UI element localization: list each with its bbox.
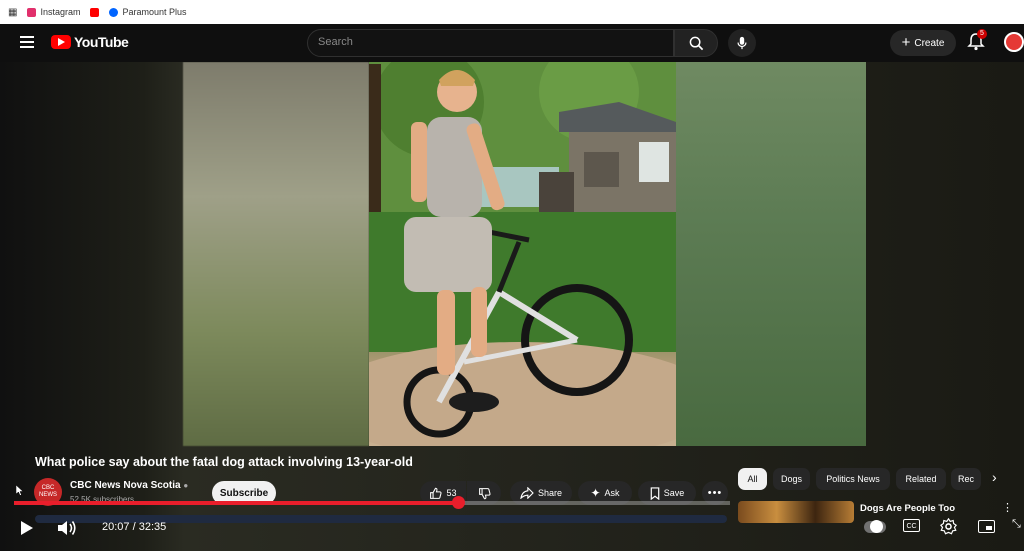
miniplayer-inner xyxy=(986,526,992,530)
mouse-cursor-icon xyxy=(16,485,24,496)
chip-related[interactable]: Related xyxy=(896,468,946,490)
video-blur-right xyxy=(676,62,866,446)
verified-check-icon: ● xyxy=(183,481,189,490)
video-title: What police say about the fatal dog atta… xyxy=(35,455,413,469)
channel-name-text: CBC News Nova Scotia xyxy=(70,480,181,491)
account-avatar[interactable] xyxy=(1004,32,1024,52)
youtube-logo[interactable]: YouTube xyxy=(51,34,129,50)
play-icon[interactable] xyxy=(19,520,35,536)
share-label: Share xyxy=(537,488,563,498)
chip-rec[interactable]: Rec xyxy=(951,468,981,490)
logo-text: YouTube xyxy=(74,34,129,50)
menu-icon[interactable] xyxy=(20,36,34,48)
autoplay-toggle[interactable] xyxy=(864,520,886,533)
create-button[interactable]: + Create xyxy=(890,30,956,56)
notification-count-badge: 5 xyxy=(977,29,987,39)
more-horizontal-icon: ••• xyxy=(707,487,723,499)
bookmark-label: Instagram xyxy=(40,7,81,17)
settings-gear-icon[interactable] xyxy=(940,518,957,535)
bookmark-paramount[interactable]: Paramount Plus xyxy=(109,7,187,17)
time-separator: / xyxy=(132,521,136,533)
bookmark-youtube[interactable] xyxy=(90,7,100,17)
chip-all[interactable]: All xyxy=(738,468,767,490)
current-time: 20:07 xyxy=(102,521,130,533)
youtube-play-icon xyxy=(51,35,71,49)
sparkle-icon: ✦ xyxy=(590,486,601,500)
save-label: Save xyxy=(663,488,685,498)
youtube-icon xyxy=(90,7,100,17)
search-icon xyxy=(689,36,703,50)
instagram-icon xyxy=(27,7,37,17)
thumbs-up-icon xyxy=(430,487,443,499)
plus-icon: + xyxy=(901,34,911,51)
video-image xyxy=(369,62,676,446)
voice-search-button[interactable] xyxy=(728,29,756,57)
video-frame xyxy=(369,62,676,446)
create-label: Create xyxy=(914,37,945,49)
thumbs-down-icon xyxy=(478,487,491,499)
captions-icon[interactable]: CC xyxy=(903,519,920,532)
chip-dogs[interactable]: Dogs xyxy=(773,468,810,490)
bookmarks-bar: ▦ Instagram Paramount Plus xyxy=(0,0,1024,24)
chevron-right-icon[interactable]: › xyxy=(992,469,997,485)
fullscreen-icon[interactable]: ⤡ xyxy=(1012,518,1021,531)
progress-scrubber[interactable] xyxy=(451,496,465,509)
video-player[interactable]: What police say about the fatal dog atta… xyxy=(0,62,1024,551)
bookmark-label: Paramount Plus xyxy=(122,7,187,17)
progress-bar-fill xyxy=(14,501,458,505)
chip-politics-news[interactable]: Politics News xyxy=(816,468,890,490)
volume-icon[interactable] xyxy=(57,519,77,537)
share-arrow-icon xyxy=(520,487,534,499)
masthead: YouTube Search + Create 5 xyxy=(0,24,1024,62)
miniplayer-icon[interactable] xyxy=(978,520,995,533)
autoplay-toggle-knob xyxy=(870,520,883,533)
paramount-icon xyxy=(109,7,119,17)
search-button[interactable] xyxy=(674,29,718,57)
video-blur-left xyxy=(183,62,369,446)
microphone-icon xyxy=(737,36,747,50)
bookmark-instagram[interactable]: Instagram xyxy=(27,7,80,17)
ask-label: Ask xyxy=(604,488,620,498)
apps-grid-icon[interactable]: ▦ xyxy=(8,7,17,18)
duration: 32:35 xyxy=(138,521,167,533)
time-display: 20:07 / 32:35 xyxy=(102,521,166,533)
search-input[interactable]: Search xyxy=(307,29,674,57)
channel-name[interactable]: CBC News Nova Scotia ● xyxy=(70,480,188,491)
bookmark-icon xyxy=(650,486,660,500)
